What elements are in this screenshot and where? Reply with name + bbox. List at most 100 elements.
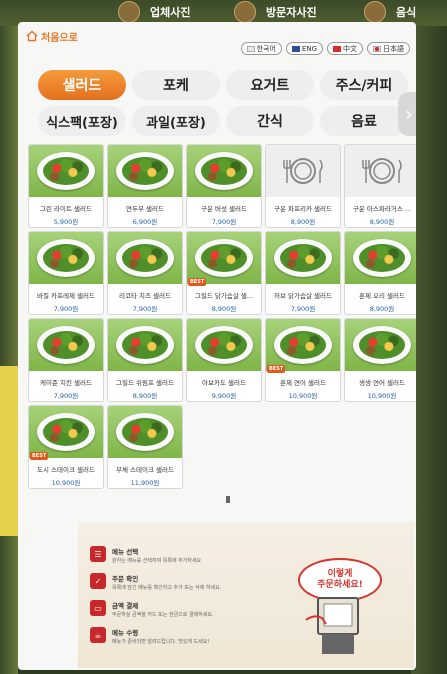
step-desc: 목록에 담긴 메뉴를 확인하고 추가 또는 삭제 하세요.: [112, 585, 222, 591]
menu-item-card[interactable]: 생생 연어 샐러드 10,900원: [344, 318, 416, 402]
step-title: 주문 확인: [112, 575, 139, 583]
kiosk-frame-left: [0, 26, 18, 674]
menu-item-name: 그릴드 쉬림프 샐러드: [116, 379, 174, 387]
menu-item-price: 7,900원: [211, 218, 237, 226]
lang-korean-button[interactable]: 한국어: [240, 42, 282, 55]
menu-item-card[interactable]: BEST 도시 스테이크 샐러드 10,900원: [28, 405, 104, 489]
step-title: 메뉴 선택: [112, 548, 139, 556]
tab-drink[interactable]: 음료: [320, 106, 408, 136]
home-label: 처음으로: [41, 32, 78, 44]
lang-english-button[interactable]: ENG: [285, 42, 323, 55]
menu-item-name: 생생 연어 샐러드: [359, 379, 405, 387]
lang-chinese-button[interactable]: 中文: [327, 42, 363, 55]
tab-sixpack[interactable]: 식스팩(포장): [38, 106, 126, 136]
cart-icon: ✓: [90, 573, 106, 589]
plate-icon: [195, 152, 253, 190]
japan-flag-icon: [373, 45, 381, 52]
menu-item-card[interactable]: 연두부 샐러드 6,900원: [107, 144, 183, 228]
salad-image: [280, 244, 326, 272]
salad-photo: [187, 319, 261, 371]
menu-item-name: 허브 닭가슴살 샐러드: [274, 292, 332, 300]
no-photo-placeholder: [266, 145, 340, 197]
menu-item-card[interactable]: 그릴드 쉬림프 샐러드 8,900원: [107, 318, 183, 402]
category-tabs: 샐러드 포케 요거트 주스/커피 식스팩(포장) 과일(포장) 간식 음료: [38, 70, 416, 136]
menu-item-card[interactable]: 구운 아스파라거스 ... 8,900원: [344, 144, 416, 228]
salad-image: [201, 244, 247, 272]
menu-item-card[interactable]: 그린 라이트 샐러드 5,900원: [28, 144, 104, 228]
sign-thumbnail-icon: [364, 1, 386, 23]
menu-item-card[interactable]: BEST 그릴드 닭가슴살 샐... 8,900원: [186, 231, 262, 315]
tab-poke[interactable]: 포케: [132, 70, 220, 100]
menu-item-card[interactable]: 부채 스테이크 샐러드 11,900원: [107, 405, 183, 489]
best-badge: BEST: [267, 365, 286, 373]
menu-item-card[interactable]: 훈제 오리 샐러드 8,900원: [344, 231, 416, 315]
menu-item-card[interactable]: 아보카도 샐러드 9,900원: [186, 318, 262, 402]
card-payment-icon: ▭: [90, 600, 106, 616]
menu-item-name: 리코타 치즈 샐러드: [119, 292, 171, 300]
salad-photo: [187, 145, 261, 197]
step-title: 금액 결제: [112, 602, 139, 610]
sign-thumbnail-icon: [234, 1, 256, 23]
language-selector: 한국어 ENG 中文 日本語: [240, 42, 410, 55]
menu-item-name: 훈제 연어 샐러드: [280, 379, 326, 387]
salad-image: [359, 331, 405, 359]
salad-photo: [108, 319, 182, 371]
menu-item-price: 7,900원: [53, 392, 79, 400]
plate-icon: [37, 413, 95, 451]
menu-item-name: 케이준 치킨 샐러드: [40, 379, 92, 387]
tab-yogurt[interactable]: 요거트: [226, 70, 314, 100]
menu-item-card[interactable]: 케이준 치킨 샐러드 7,900원: [28, 318, 104, 402]
sign-thumbnail-icon: [118, 1, 140, 23]
order-guide-panel: ☰ 메뉴 선택 원하는 메뉴를 선택하여 목록에 추가하세요 ✓ 주문 확인 목…: [78, 522, 414, 668]
menu-grid: 그린 라이트 샐러드 5,900원 연두부 샐러드 6,900원 구운 버섯 샐러드 7,…: [28, 144, 416, 489]
korea-flag-icon: [246, 45, 255, 52]
salad-image: [43, 157, 89, 185]
salad-photo: [29, 145, 103, 197]
tab-juice-coffee[interactable]: 주스/커피: [320, 70, 408, 100]
salad-photo: [187, 232, 261, 284]
menu-item-card[interactable]: 구운 파프리카 샐러드 8,900원: [265, 144, 341, 228]
next-category-arrow[interactable]: ›: [398, 92, 416, 136]
salad-image: [43, 244, 89, 272]
home-button[interactable]: 처음으로: [26, 28, 78, 44]
menu-item-name: 바질 카프레제 샐러드: [37, 292, 95, 300]
menu-item-price: 9,900원: [211, 392, 237, 400]
tab-salad[interactable]: 샐러드: [38, 70, 126, 100]
menu-item-price: 11,900원: [130, 479, 160, 487]
no-photo-placeholder: [345, 145, 416, 197]
salad-photo: [266, 232, 340, 284]
menu-item-name: 구운 아스파라거스 ...: [352, 205, 412, 213]
tab-fruit[interactable]: 과일(포장): [132, 106, 220, 136]
menu-item-price: 8,900원: [132, 392, 158, 400]
step-item: ☕ 메뉴 수령 메뉴가 준비되면 알려드립니다. 맛있게 드세요!: [90, 627, 270, 645]
menu-item-card[interactable]: BEST 훈제 연어 샐러드 10,900원: [265, 318, 341, 402]
tab-snack[interactable]: 간식: [226, 106, 314, 136]
menu-item-card[interactable]: 구운 버섯 샐러드 7,900원: [186, 144, 262, 228]
menu-item-price: 8,900원: [369, 218, 395, 226]
step-item: ☰ 메뉴 선택 원하는 메뉴를 선택하여 목록에 추가하세요: [90, 546, 270, 564]
salad-photo: [108, 406, 182, 458]
best-badge: BEST: [188, 278, 207, 286]
lang-label: 日本語: [383, 44, 404, 53]
salad-image: [201, 157, 247, 185]
salad-image: [359, 244, 405, 272]
menu-item-card[interactable]: 바질 카프레제 샐러드 7,900원: [28, 231, 104, 315]
plate-icon: [116, 413, 174, 451]
menu-item-price: 8,900원: [290, 218, 316, 226]
bubble-line: 이렇게: [327, 569, 353, 579]
plate-icon: [116, 326, 174, 364]
chevron-right-icon: ›: [405, 102, 413, 126]
menu-item-price: 8,900원: [369, 305, 395, 313]
step-item: ▭ 금액 결제 주문하실 금액을 카드 또는 현금으로 결제하세요.: [90, 600, 270, 618]
step-desc: 주문하실 금액을 카드 또는 현금으로 결제하세요.: [112, 612, 214, 618]
salad-photo: [345, 319, 416, 371]
step-item: ✓ 주문 확인 목록에 담긴 메뉴를 확인하고 추가 또는 삭제 하세요.: [90, 573, 270, 591]
menu-item-card[interactable]: 허브 닭가슴살 샐러드 7,900원: [265, 231, 341, 315]
lang-japanese-button[interactable]: 日本語: [367, 42, 410, 55]
menu-item-card[interactable]: 리코타 치즈 샐러드 7,900원: [107, 231, 183, 315]
plate-icon: [116, 239, 174, 277]
page-indicator: [226, 496, 230, 503]
menu-item-price: 10,900원: [367, 392, 397, 400]
menu-select-icon: ☰: [90, 546, 106, 562]
kiosk-screen: 처음으로 한국어 ENG 中文 日本語 샐러드 포케 요거트 주스/커피 식스팩…: [18, 22, 416, 670]
